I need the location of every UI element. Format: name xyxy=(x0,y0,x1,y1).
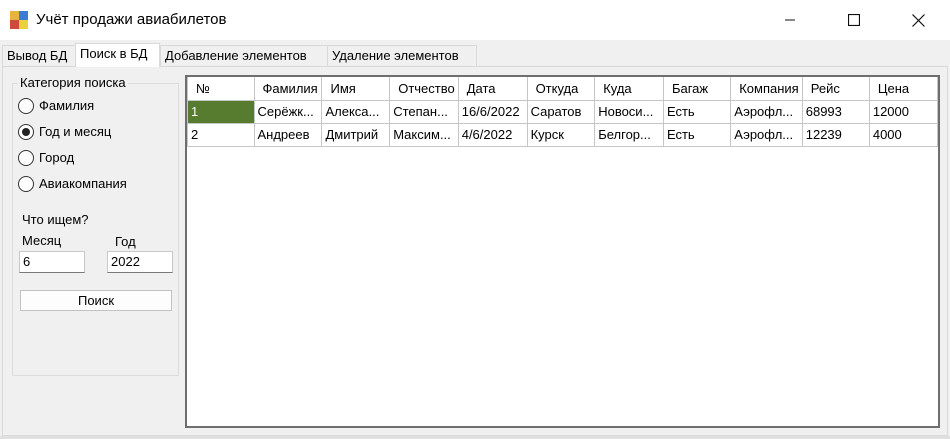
year-label: Год xyxy=(115,234,136,249)
radio-surname[interactable]: Фамилия xyxy=(18,97,94,115)
radio-city[interactable]: Город xyxy=(18,149,74,167)
radio-circle-icon xyxy=(18,176,34,192)
table-cell[interactable]: Есть xyxy=(662,122,732,147)
column-header-date[interactable]: Дата xyxy=(457,77,528,101)
table-cell[interactable]: Дмитрий xyxy=(321,122,391,147)
radio-year-month-label: Год и месяц xyxy=(39,124,112,139)
table-cell[interactable]: 4/6/2022 xyxy=(457,122,528,147)
table-row[interactable]: 2 Андреев Дмитрий Максим... 4/6/2022 Кур… xyxy=(187,122,939,147)
query-title: Что ищем? xyxy=(22,212,89,227)
maximize-button[interactable] xyxy=(822,0,886,40)
radio-surname-label: Фамилия xyxy=(39,98,95,113)
window-title: Учёт продажи авиабилетов xyxy=(36,11,227,28)
table-cell[interactable]: Аэрофл... xyxy=(730,99,803,124)
table-cell[interactable]: Новоси... xyxy=(594,99,664,124)
table-cell[interactable]: Серёжк... xyxy=(253,99,323,124)
table-cell[interactable]: Саратов xyxy=(526,99,596,124)
table-cell[interactable]: Степан... xyxy=(389,99,459,124)
tab-add-elements[interactable]: Добавление элементов xyxy=(160,45,328,66)
column-header-name[interactable]: Имя xyxy=(321,77,391,101)
table-cell[interactable]: 2 xyxy=(187,122,255,147)
table-cell[interactable]: Андреев xyxy=(253,122,323,147)
column-header-baggage[interactable]: Багаж xyxy=(662,77,732,101)
tab-delete-elements[interactable]: Удаление элементов xyxy=(327,45,477,66)
table-header-row: № Фамилия Имя Отчество Дата Откуда Куда … xyxy=(187,77,939,101)
table-cell[interactable]: Есть xyxy=(662,99,732,124)
table-cell[interactable]: 1 xyxy=(187,99,255,124)
table-cell[interactable]: Белгор... xyxy=(594,122,664,147)
column-header-from[interactable]: Откуда xyxy=(526,77,596,101)
year-input[interactable]: 2022 xyxy=(107,251,173,273)
table-cell[interactable]: 4000 xyxy=(868,122,939,147)
radio-circle-icon xyxy=(18,150,34,166)
column-header-to[interactable]: Куда xyxy=(594,77,664,101)
table-cell[interactable]: Максим... xyxy=(389,122,459,147)
minimize-icon xyxy=(785,19,795,21)
table-cell[interactable]: 12239 xyxy=(801,122,870,147)
search-category-title: Категория поиска xyxy=(18,75,128,91)
table-cell[interactable]: 12000 xyxy=(868,99,939,124)
results-table: № Фамилия Имя Отчество Дата Откуда Куда … xyxy=(187,77,939,147)
month-label: Месяц xyxy=(22,233,62,248)
column-header-price[interactable]: Цена xyxy=(868,77,939,101)
table-cell[interactable]: Курск xyxy=(526,122,596,147)
app-icon xyxy=(10,11,28,29)
radio-circle-icon xyxy=(18,98,34,114)
table-cell[interactable]: 16/6/2022 xyxy=(457,99,528,124)
maximize-icon xyxy=(848,14,860,26)
minimize-button[interactable] xyxy=(758,0,822,40)
column-header-surname[interactable]: Фамилия xyxy=(253,77,323,101)
radio-airline-label: Авиакомпания xyxy=(39,176,127,191)
radio-airline[interactable]: Авиакомпания xyxy=(18,175,127,193)
column-header-company[interactable]: Компания xyxy=(730,77,803,101)
table-row[interactable]: 1 Серёжк... Алекса... Степан... 16/6/202… xyxy=(187,99,939,124)
close-button[interactable] xyxy=(886,0,950,40)
close-icon xyxy=(911,13,925,27)
tab-output-db[interactable]: Вывод БД xyxy=(2,45,76,66)
radio-checked-icon xyxy=(18,124,34,140)
column-header-patronymic[interactable]: Отчество xyxy=(389,77,459,101)
search-button[interactable]: Поиск xyxy=(20,290,172,311)
table-cell[interactable]: Алекса... xyxy=(321,99,391,124)
radio-year-month[interactable]: Год и месяц xyxy=(18,123,111,141)
column-header-number[interactable]: № xyxy=(187,77,255,101)
table-cell[interactable]: 68993 xyxy=(801,99,870,124)
radio-city-label: Город xyxy=(39,150,75,165)
table-cell[interactable]: Аэрофл... xyxy=(730,122,803,147)
column-header-flight[interactable]: Рейс xyxy=(801,77,870,101)
month-input[interactable]: 6 xyxy=(19,251,85,273)
tab-search-db[interactable]: Поиск в БД xyxy=(75,43,160,67)
title-bar: Учёт продажи авиабилетов xyxy=(0,0,950,40)
results-grid[interactable]: № Фамилия Имя Отчество Дата Откуда Куда … xyxy=(185,75,940,428)
